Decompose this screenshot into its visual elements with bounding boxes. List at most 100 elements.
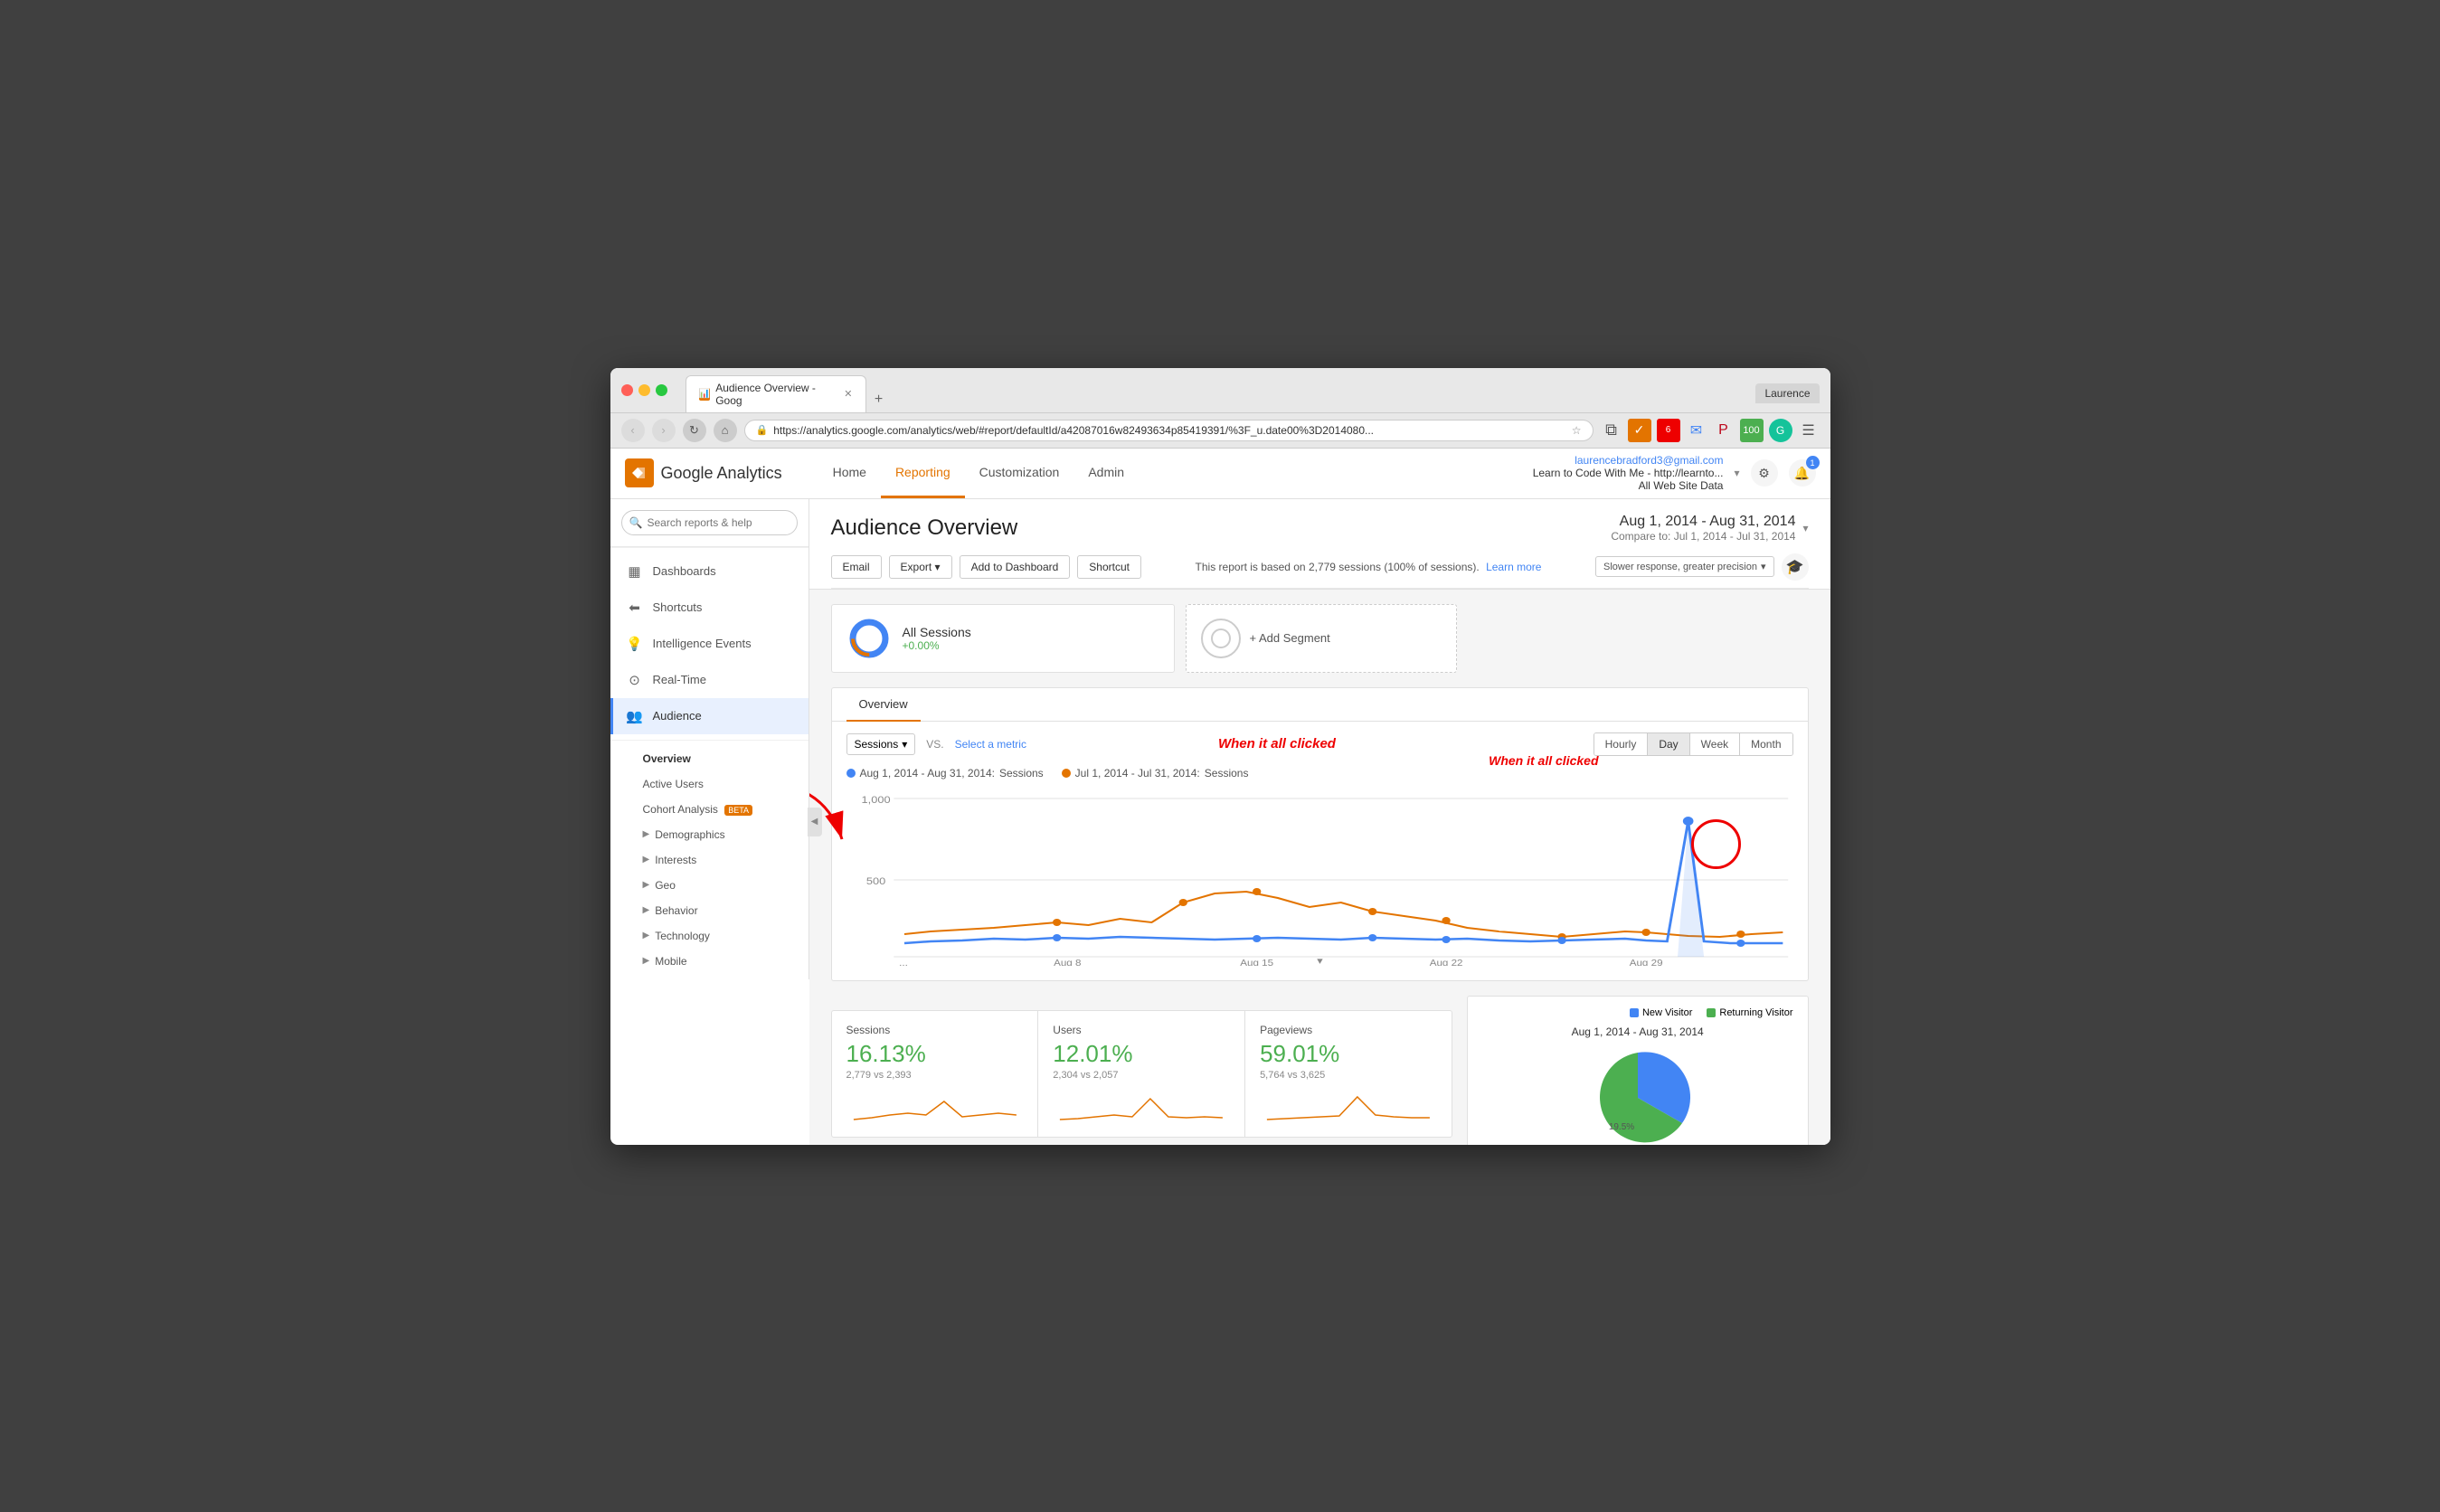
- metric-label: Sessions: [855, 738, 899, 751]
- chart-controls: Sessions ▾ VS. Select a metric When it a…: [832, 722, 1808, 767]
- notification-badge: 1: [1806, 456, 1820, 469]
- notifications-button[interactable]: 🔔 1: [1789, 459, 1816, 487]
- week-button[interactable]: Week: [1690, 733, 1740, 755]
- search-input[interactable]: [621, 510, 798, 535]
- tab-title: Audience Overview - Goog: [715, 382, 833, 407]
- sidebar-audience-label: Audience: [653, 709, 702, 723]
- shortcut-button[interactable]: Shortcut: [1077, 555, 1141, 579]
- metric-selector[interactable]: Sessions ▾: [846, 733, 916, 755]
- hat-icon-button[interactable]: 🎓: [1782, 553, 1809, 581]
- home-button[interactable]: ⌂: [714, 419, 737, 442]
- precision-button[interactable]: Slower response, greater precision ▾: [1595, 556, 1774, 577]
- sidebar-sub-mobile[interactable]: ▶ Mobile: [610, 949, 809, 974]
- date-picker-icon[interactable]: ▾: [1802, 522, 1808, 534]
- email-button[interactable]: Email: [831, 555, 882, 579]
- menu-icon[interactable]: ☰: [1798, 420, 1820, 441]
- stats-area: Sessions 16.13% 2,779 vs 2,393: [831, 996, 1452, 1145]
- sidebar-shortcuts-label: Shortcuts: [653, 600, 703, 614]
- user-dropdown-arrow[interactable]: ▾: [1734, 467, 1739, 479]
- sidebar-item-audience[interactable]: 👥 Audience: [610, 698, 809, 734]
- hourly-button[interactable]: Hourly: [1594, 733, 1649, 755]
- day-button[interactable]: Day: [1648, 733, 1689, 755]
- technology-arrow: ▶: [643, 931, 650, 940]
- sidebar-sub-active-users[interactable]: Active Users: [610, 771, 809, 797]
- tab-close-button[interactable]: ✕: [844, 388, 852, 400]
- sidebar-dashboards-label: Dashboards: [653, 564, 716, 578]
- nav-reporting[interactable]: Reporting: [881, 449, 965, 498]
- page-title-row: Audience Overview Aug 1, 2014 - Aug 31, …: [831, 514, 1809, 543]
- realtime-icon: ⊙: [626, 671, 644, 689]
- close-button[interactable]: [621, 384, 633, 396]
- date-range-section: Aug 1, 2014 - Aug 31, 2014 Compare to: J…: [1611, 514, 1808, 543]
- tab-overview[interactable]: Overview: [846, 688, 921, 722]
- tab-favicon: 📊: [699, 388, 711, 401]
- add-segment-button[interactable]: + Add Segment: [1186, 604, 1457, 673]
- back-button[interactable]: ‹: [621, 419, 645, 442]
- new-tab-button[interactable]: +: [866, 387, 892, 412]
- stat-sessions-compare: 2,779 vs 2,393: [846, 1070, 1024, 1081]
- month-button[interactable]: Month: [1740, 733, 1792, 755]
- minimize-button[interactable]: [638, 384, 650, 396]
- browser-addressbar: ‹ › ↻ ⌂ 🔒 https://analytics.google.com/a…: [610, 413, 1830, 449]
- search-icon: 🔍: [629, 516, 643, 529]
- pinterest-icon[interactable]: P: [1713, 420, 1735, 441]
- vs-label: VS.: [926, 738, 943, 751]
- sidebar-item-shortcuts[interactable]: ⬅ Shortcuts: [610, 590, 809, 626]
- active-tab[interactable]: 📊 Audience Overview - Goog ✕: [686, 375, 866, 412]
- beta-badge: BETA: [724, 805, 752, 816]
- chart-annotation-text: When it all clicked: [1489, 753, 1598, 768]
- add-dashboard-button[interactable]: Add to Dashboard: [960, 555, 1071, 579]
- forward-button[interactable]: ›: [652, 419, 676, 442]
- pie-title: Aug 1, 2014 - Aug 31, 2014: [1482, 1025, 1793, 1038]
- mobile-arrow: ▶: [643, 956, 650, 966]
- sidebar-item-dashboards[interactable]: ▦ Dashboards: [610, 553, 809, 590]
- nav-home[interactable]: Home: [818, 449, 881, 498]
- number-icon[interactable]: 100: [1740, 419, 1764, 442]
- browser-action-buttons: ⧉ ✓ 6 ✉ P 100 G ☰: [1601, 419, 1820, 442]
- new-visitor-dot: [1630, 1008, 1639, 1017]
- layers-icon[interactable]: ⧉: [1601, 420, 1622, 441]
- mail-icon[interactable]: ✉: [1686, 420, 1707, 441]
- ssl-icon: 🔒: [756, 424, 769, 436]
- notification-icon[interactable]: 6: [1657, 419, 1680, 442]
- bookmark-icon[interactable]: ☆: [1572, 424, 1582, 437]
- audience-icon: 👥: [626, 707, 644, 725]
- sidebar-sub-geo[interactable]: ▶ Geo: [610, 873, 809, 898]
- report-info: This report is based on 2,779 sessions (…: [1149, 561, 1588, 573]
- sidebar-sub-cohort[interactable]: Cohort Analysis BETA: [610, 797, 809, 822]
- bottom-row: Sessions 16.13% 2,779 vs 2,393: [831, 996, 1809, 1145]
- chart-panel: Overview Sessions ▾ VS. Select a metric: [831, 687, 1809, 981]
- learn-more-link[interactable]: Learn more: [1486, 561, 1541, 573]
- brand-name: Google Analytics: [661, 464, 782, 483]
- grammarly-icon[interactable]: G: [1769, 419, 1792, 442]
- svg-text:Aug 15: Aug 15: [1240, 958, 1273, 965]
- sidebar-sub-overview[interactable]: Overview: [610, 746, 809, 771]
- nav-customization[interactable]: Customization: [965, 449, 1074, 498]
- metric-dropdown-arrow: ▾: [902, 738, 907, 751]
- nav-admin[interactable]: Admin: [1073, 449, 1139, 498]
- sidebar-sub-technology[interactable]: ▶ Technology: [610, 923, 809, 949]
- select-metric-link[interactable]: Select a metric: [955, 738, 1026, 751]
- window-controls: [621, 384, 667, 396]
- address-bar[interactable]: 🔒 https://analytics.google.com/analytics…: [744, 420, 1594, 441]
- sidebar-sub-behavior[interactable]: ▶ Behavior: [610, 898, 809, 923]
- settings-button[interactable]: ⚙: [1751, 459, 1778, 487]
- export-button[interactable]: Export ▾: [889, 555, 952, 579]
- sidebar-sub-interests[interactable]: ▶ Interests: [610, 847, 809, 873]
- highlight-circle: [1691, 819, 1741, 869]
- geo-arrow: ▶: [643, 880, 650, 890]
- main-content: Audience Overview Aug 1, 2014 - Aug 31, …: [809, 499, 1830, 1145]
- page-title: Audience Overview: [831, 515, 1018, 541]
- sidebar-item-realtime[interactable]: ⊙ Real-Time: [610, 662, 809, 698]
- bookmark-tool-icon[interactable]: ✓: [1628, 419, 1651, 442]
- refresh-button[interactable]: ↻: [683, 419, 706, 442]
- chart-tabs: Overview: [832, 688, 1808, 722]
- precision-text: Slower response, greater precision: [1603, 562, 1757, 572]
- sidebar-sub-demographics[interactable]: ▶ Demographics: [610, 822, 809, 847]
- sidebar-item-intelligence[interactable]: 💡 Intelligence Events: [610, 626, 809, 662]
- nav-right: laurencebradford3@gmail.com Learn to Cod…: [1533, 454, 1816, 492]
- stat-users-compare: 2,304 vs 2,057: [1053, 1070, 1230, 1081]
- report-info-text: This report is based on 2,779 sessions (…: [1196, 561, 1480, 573]
- maximize-button[interactable]: [656, 384, 667, 396]
- pie-legend-new: New Visitor: [1630, 1007, 1692, 1018]
